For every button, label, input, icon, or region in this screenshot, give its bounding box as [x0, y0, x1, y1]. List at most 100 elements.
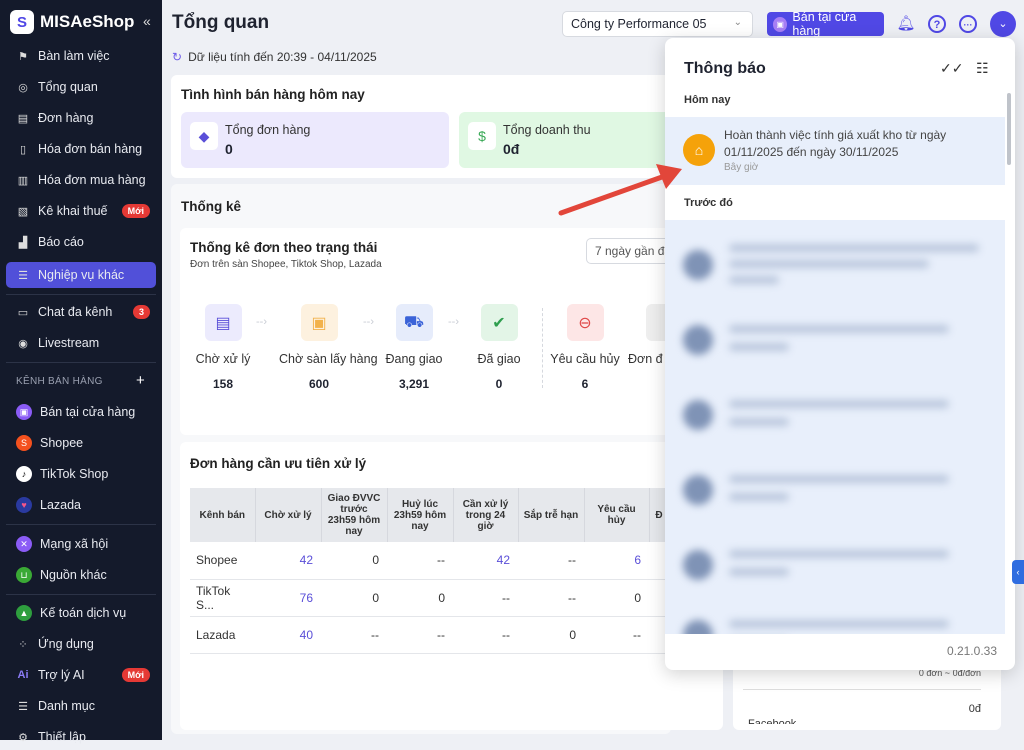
- sidebar-item-other-ops[interactable]: ☰ Nghiệp vụ khác: [6, 262, 156, 288]
- box-check-icon: ✔: [480, 304, 518, 341]
- truck-icon: ⛟: [395, 304, 433, 341]
- gauge-icon: ◎: [18, 81, 28, 94]
- list-icon: ☰: [18, 269, 28, 282]
- sidebar: S MISAeShop « ⚑ Bàn làm việc ◎ Tổng quan ▤ Đ…: [0, 0, 162, 744]
- arrow-icon: --›: [363, 316, 374, 328]
- sidebar-item-orders[interactable]: ▤ Đơn hàng: [6, 105, 156, 131]
- sidebar-item-tax[interactable]: ▧ Kê khai thuế Mới: [6, 198, 156, 224]
- blurred-item: [679, 600, 989, 634]
- status-delivered[interactable]: ✔ Đã giao 0: [459, 304, 539, 391]
- status-card: Thống kê đơn theo trạng thái Đơn trên sà…: [180, 228, 676, 435]
- divider: [6, 362, 156, 363]
- notification-item[interactable]: ⌂ Hoàn thành việc tính giá xuất kho từ n…: [665, 117, 1005, 185]
- lazada-icon: ♥: [16, 497, 32, 513]
- arrow-icon: --›: [448, 316, 459, 328]
- status-wait-pickup[interactable]: ▣ Chờ sàn lấy hàng 600: [279, 304, 378, 391]
- sidebar-other-source[interactable]: ⊔ Nguồn khác: [6, 562, 156, 588]
- tiktok-icon: ♪: [16, 466, 32, 482]
- add-channel-button[interactable]: +: [136, 372, 145, 389]
- status-pending[interactable]: ▤ Chờ xử lý 158: [183, 304, 263, 391]
- broadcast-icon: ◉: [18, 337, 28, 350]
- logo[interactable]: S MISAeShop: [10, 10, 134, 34]
- help-icon[interactable]: ?: [928, 15, 946, 33]
- today-card: Tình hình bán hàng hôm nay ◆ Tổng đơn hàn…: [171, 75, 671, 178]
- receipt-icon: ▥: [17, 174, 29, 187]
- store-sale-button[interactable]: ▣ Bán tại cửa hàng: [767, 10, 884, 38]
- sidebar-item-purchase-invoice[interactable]: ▥ Hóa đơn mua hàng: [6, 167, 156, 193]
- divider: [6, 524, 156, 525]
- store-icon: ▣: [16, 404, 32, 420]
- refresh-icon[interactable]: ↻: [172, 50, 182, 64]
- sidebar-item-chat[interactable]: ▭ Chat đa kênh 3: [6, 299, 156, 325]
- earlier-notifications-blurred: [665, 220, 1005, 634]
- money-bag-icon: $: [468, 122, 496, 150]
- sidebar-item-sales-invoice[interactable]: ▯ Hóa đơn bán hàng: [6, 136, 156, 162]
- scrollbar[interactable]: [1007, 93, 1011, 165]
- date-range-select[interactable]: 7 ngày gần đây: [586, 238, 676, 264]
- page-title: Tổng quan: [172, 12, 270, 33]
- chat-count-badge: 3: [132, 305, 150, 319]
- settings-sliders-icon[interactable]: ☷: [976, 60, 989, 77]
- document-icon: ▯: [19, 143, 27, 156]
- divider: [6, 594, 156, 595]
- divider: [743, 689, 981, 690]
- total-orders-tile: ◆ Tổng đơn hàng 0: [181, 112, 449, 168]
- blurred-item: [679, 455, 989, 525]
- table-row: TikTok S... 76 0 0 -- -- 0: [190, 579, 669, 617]
- status-cancel-request[interactable]: ⊖ Yêu cầu hủy 6: [545, 304, 625, 391]
- new-badge: Mới: [121, 204, 150, 218]
- table-row: Lazada 40 -- -- -- 0 --: [190, 616, 669, 654]
- clock-doc-icon: ▤: [204, 304, 242, 341]
- blurred-item: [679, 230, 989, 300]
- gear-icon: ⚙: [18, 731, 28, 744]
- divider: [6, 294, 156, 295]
- data-updated: ↻ Dữ liệu tính đến 20:39 - 04/11/2025: [172, 50, 377, 64]
- stats-section: Thống kê Thống kê đơn theo trạng thái Đơ…: [171, 184, 723, 734]
- sidebar-ai[interactable]: Ai Trợ lý AI Mới: [6, 662, 156, 688]
- shopee-icon: S: [16, 435, 32, 451]
- chat-icon: ▭: [17, 306, 29, 319]
- sidebar-catalog[interactable]: ☰ Danh mục: [6, 693, 156, 719]
- store-icon: ▣: [773, 16, 788, 32]
- account-menu-button[interactable]: ⌄: [990, 11, 1016, 37]
- accounting-icon: ▲: [16, 605, 32, 621]
- table-row: Shopee 42 0 -- 42 -- 6: [190, 542, 669, 580]
- sidebar-accounting[interactable]: ▲ Kế toán dịch vụ: [6, 600, 156, 626]
- box-icon: ◆: [190, 122, 218, 150]
- collapse-sidebar-button[interactable]: «: [143, 13, 151, 29]
- flag-icon: ⚑: [18, 50, 28, 63]
- section-title: KÊNH BÁN HÀNG: [16, 376, 103, 387]
- sidebar-apps[interactable]: ⁘ Ứng dụng: [6, 631, 156, 657]
- priority-card: Đơn hàng cần ưu tiên xử lý Kênh bán Chờ …: [180, 442, 723, 730]
- chevron-down-icon: ⌄: [733, 17, 742, 28]
- bell-icon[interactable]: 🔔︎: [896, 14, 916, 34]
- order-icon: ▤: [17, 112, 29, 125]
- more-icon[interactable]: ···: [959, 15, 977, 33]
- sidebar-item-livestream[interactable]: ◉ Livestream: [6, 330, 156, 356]
- warehouse-icon: ⌂: [683, 134, 715, 166]
- sidebar-channel-store[interactable]: ▣ Bán tại cửa hàng: [6, 399, 156, 425]
- apps-icon: ⁘: [18, 638, 28, 651]
- company-select[interactable]: Công ty Performance 05 ⌄: [562, 11, 753, 37]
- sidebar-channel-lazada[interactable]: ♥ Lazada: [6, 492, 156, 518]
- sidebar-settings[interactable]: ⚙ Thiết lập: [6, 724, 156, 750]
- ai-icon: Ai: [17, 669, 29, 681]
- tax-doc-icon: ▧: [17, 205, 29, 218]
- bar-chart-icon: ▟: [18, 236, 28, 249]
- blurred-item: [679, 380, 989, 450]
- priority-table: Kênh bán Chờ xử lý Giao ĐVVC trước 23h59…: [190, 488, 670, 654]
- sidebar-social[interactable]: ✕ Mạng xã hội: [6, 531, 156, 557]
- sidebar-channel-tiktok[interactable]: ♪ TikTok Shop: [6, 461, 156, 487]
- sidebar-item-overview[interactable]: ◎ Tổng quan: [6, 74, 156, 100]
- status-shipping[interactable]: ⛟ Đang giao 3,291: [374, 304, 454, 391]
- side-expand-tab[interactable]: ‹: [1012, 560, 1024, 584]
- sidebar-item-reports[interactable]: ▟ Báo cáo: [6, 229, 156, 255]
- mark-all-read-icon[interactable]: ✓✓: [940, 60, 963, 77]
- divider: [542, 308, 543, 388]
- blurred-item: [679, 305, 989, 375]
- sidebar-channel-shopee[interactable]: S Shopee: [6, 430, 156, 456]
- misa-logo-icon: S: [10, 10, 34, 34]
- cart-icon: ⊔: [16, 567, 32, 583]
- sidebar-item-desk[interactable]: ⚑ Bàn làm việc: [6, 43, 156, 69]
- total-revenue-tile: $ Tổng doanh thu 0đ: [459, 112, 671, 168]
